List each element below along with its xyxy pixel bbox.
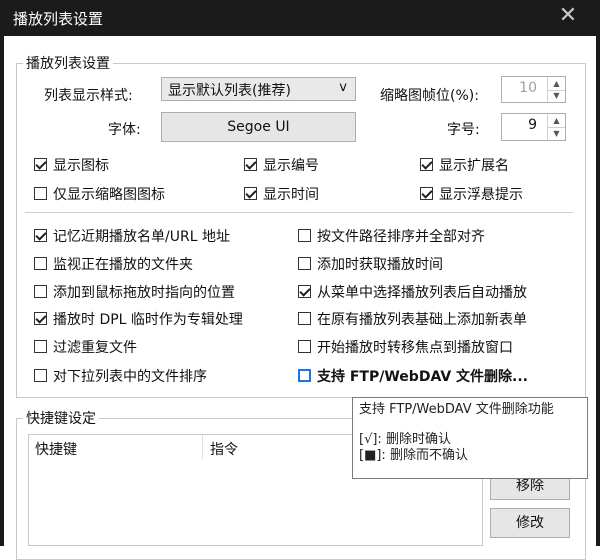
checkbox-sort-by-path[interactable]: 按文件路径排序并全部对齐 xyxy=(298,226,485,246)
font-size-spinner[interactable]: 9 ▲ ▼ xyxy=(501,113,566,141)
chevron-down-icon: v xyxy=(339,80,347,95)
column-separator[interactable] xyxy=(202,435,203,459)
tooltip-line: [√]: 删除时确认 xyxy=(359,432,451,447)
checkbox-box xyxy=(298,256,311,270)
checkbox-watch-folder[interactable]: 监视正在播放的文件夹 xyxy=(34,254,193,274)
checkbox-box xyxy=(34,256,47,270)
checkbox-dpl-as-album[interactable]: 播放时 DPL 临时作为专辑处理 xyxy=(34,309,243,329)
column-header-shortcut[interactable]: 快捷键 xyxy=(35,439,77,459)
spin-up-icon[interactable]: ▲ xyxy=(547,114,565,128)
checkbox-box xyxy=(420,186,433,200)
spin-down-icon[interactable]: ▼ xyxy=(547,127,565,140)
checkbox-add-at-drop-position[interactable]: 添加到鼠标拖放时指向的位置 xyxy=(34,282,235,302)
checkbox-show-time[interactable]: 显示时间 xyxy=(244,184,319,204)
checkbox-show-number[interactable]: 显示编号 xyxy=(244,155,319,175)
checkbox-show-icon[interactable]: 显示图标 xyxy=(34,155,109,175)
checkbox-box xyxy=(298,311,311,325)
checkbox-box xyxy=(244,157,257,171)
thumbnail-frame-spinner[interactable]: 10 ▲ ▼ xyxy=(501,76,566,103)
checkbox-get-duration-on-add[interactable]: 添加时获取播放时间 xyxy=(298,254,443,274)
checkbox-ftp-webdav-delete[interactable]: 支持 FTP/WebDAV 文件删除... xyxy=(298,366,528,386)
checkbox-box xyxy=(298,339,311,353)
column-header-command[interactable]: 指令 xyxy=(210,439,238,459)
window-title: 播放列表设置 xyxy=(13,10,104,28)
window-border-left xyxy=(0,36,4,546)
font-size-label: 字号: xyxy=(447,122,480,138)
thumbnail-frame-label: 缩略图帧位(%): xyxy=(380,88,479,104)
checkbox-thumbnail-icon-only[interactable]: 仅显示缩略图图标 xyxy=(34,184,165,204)
checkbox-box xyxy=(298,368,311,382)
checkbox-box xyxy=(298,284,311,298)
checkbox-box xyxy=(34,368,47,382)
title-bar: 播放列表设置 ✕ xyxy=(0,0,600,36)
checkbox-show-extension[interactable]: 显示扩展名 xyxy=(420,155,509,175)
checkbox-box xyxy=(34,284,47,298)
display-style-dropdown[interactable]: 显示默认列表(推荐) v xyxy=(161,77,356,101)
divider xyxy=(25,212,573,213)
tooltip-line: 支持 FTP/WebDAV 文件删除功能 xyxy=(359,402,554,417)
checkbox-filter-duplicates[interactable]: 过滤重复文件 xyxy=(34,337,137,357)
edit-button[interactable]: 修改 xyxy=(490,508,570,538)
checkbox-focus-on-play[interactable]: 开始播放时转移焦点到播放窗口 xyxy=(298,337,513,357)
display-style-value: 显示默认列表(推荐) xyxy=(168,83,291,99)
checkbox-add-new-list[interactable]: 在原有播放列表基础上添加新表单 xyxy=(298,309,527,329)
window-border-right xyxy=(596,36,600,546)
spin-down-icon[interactable]: ▼ xyxy=(547,89,565,102)
font-button[interactable]: Segoe UI xyxy=(161,112,356,142)
checkbox-box xyxy=(34,339,47,353)
tooltip-line: [■]: 删除而不确认 xyxy=(359,448,468,463)
font-label: 字体: xyxy=(108,122,141,138)
checkbox-sort-dropdown-files[interactable]: 对下拉列表中的文件排序 xyxy=(34,366,207,386)
checkbox-box xyxy=(34,228,47,242)
playlist-settings-group-title: 播放列表设置 xyxy=(23,53,113,73)
checkbox-remember-recent[interactable]: 记忆近期播放名单/URL 地址 xyxy=(34,226,230,246)
tooltip: 支持 FTP/WebDAV 文件删除功能 [√]: 删除时确认 [■]: 删除而… xyxy=(352,397,588,479)
checkbox-box xyxy=(298,228,311,242)
font-size-value: 9 xyxy=(528,117,537,133)
checkbox-box xyxy=(420,157,433,171)
shortcut-group-title: 快捷键设定 xyxy=(23,408,99,428)
checkbox-box xyxy=(34,186,47,200)
font-value: Segoe UI xyxy=(227,119,290,135)
checkbox-box xyxy=(34,157,47,171)
checkbox-box xyxy=(244,186,257,200)
close-icon[interactable]: ✕ xyxy=(556,4,580,28)
checkbox-show-hover-tip[interactable]: 显示浮悬提示 xyxy=(420,184,523,204)
checkbox-box xyxy=(34,311,47,325)
thumbnail-frame-value: 10 xyxy=(519,80,537,96)
display-style-label: 列表显示样式: xyxy=(44,88,133,104)
checkbox-autoplay-from-menu[interactable]: 从菜单中选择播放列表后自动播放 xyxy=(298,282,527,302)
